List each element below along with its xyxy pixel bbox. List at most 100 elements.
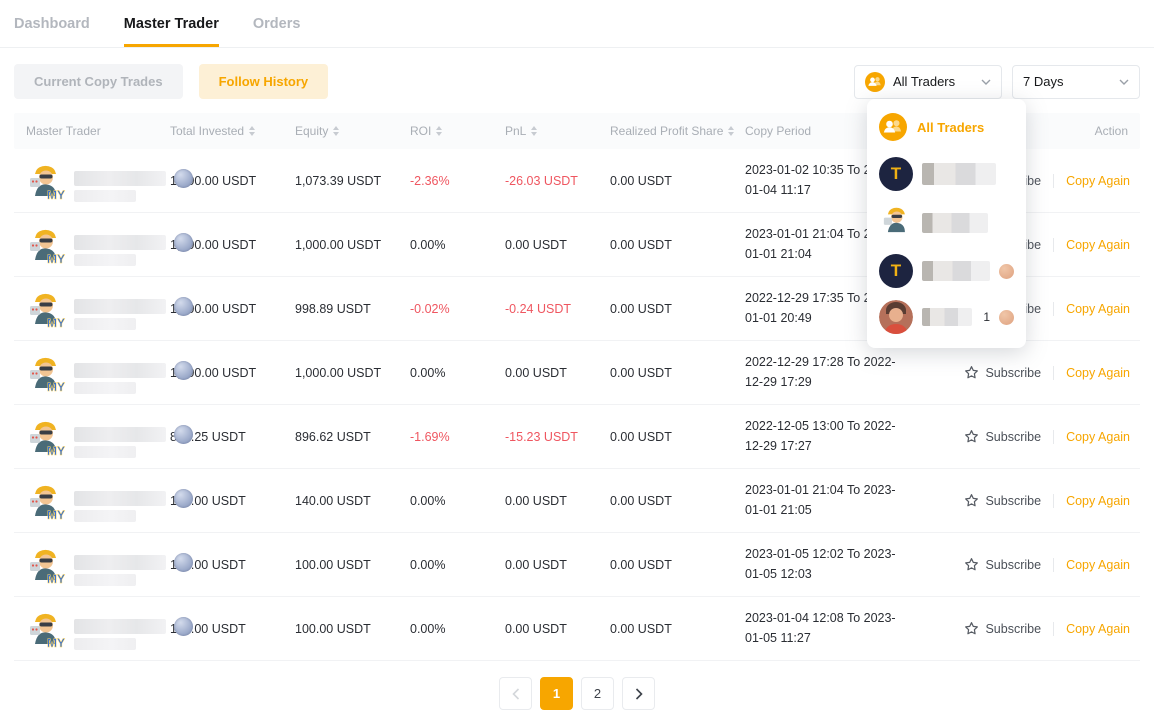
copy-again-button[interactable]: Copy Again — [1066, 558, 1130, 572]
realized-profit-share-value: 0.00 USDT — [604, 238, 739, 252]
period-filter-select[interactable]: 7 Days — [1012, 65, 1140, 99]
tab-orders[interactable]: Orders — [253, 16, 301, 47]
column-label: Master Trader — [26, 124, 101, 138]
sort-icon — [333, 126, 339, 136]
realized-profit-share-value: 0.00 USDT — [604, 622, 739, 636]
copy-again-button[interactable]: Copy Again — [1066, 622, 1130, 636]
master-trader-avatar: MY — [24, 608, 66, 650]
subscribe-button[interactable]: Subscribe — [964, 621, 1041, 636]
copy-again-button[interactable]: Copy Again — [1066, 494, 1130, 508]
column-header[interactable]: Equity — [289, 124, 404, 138]
copy-again-button[interactable]: Copy Again — [1066, 302, 1130, 316]
column-label: Equity — [295, 124, 328, 138]
copy-again-button[interactable]: Copy Again — [1066, 238, 1130, 252]
column-header[interactable]: ROI — [404, 124, 499, 138]
name-blur-subline — [74, 574, 136, 586]
name-blur-subline — [74, 638, 136, 650]
master-trader-cell[interactable]: MY — [14, 160, 164, 202]
action-cell: Subscribe Copy Again — [921, 557, 1140, 572]
trader-name-redacted — [74, 299, 166, 330]
roi-value: -2.36% — [404, 174, 499, 188]
master-trader-cell[interactable]: MY — [14, 544, 164, 586]
action-divider — [1053, 430, 1054, 444]
top-tab-bar: Dashboard Master Trader Orders — [0, 0, 1154, 48]
subscribe-button[interactable]: Subscribe — [964, 365, 1041, 380]
roi-value: -0.02% — [404, 302, 499, 316]
dropdown-item-all-traders[interactable]: All Traders — [867, 105, 1026, 151]
master-trader-cell[interactable]: MY — [14, 224, 164, 266]
trader-name-redacted — [922, 213, 988, 233]
column-header[interactable]: PnL — [499, 124, 604, 138]
tab-master-trader[interactable]: Master Trader — [124, 16, 219, 47]
subscribe-button[interactable]: Subscribe — [964, 493, 1041, 508]
copy-again-button[interactable]: Copy Again — [1066, 430, 1130, 444]
page-number-button[interactable]: 1 — [540, 677, 573, 710]
equity-value: 998.89 USDT — [289, 302, 404, 316]
prev-page-button[interactable] — [499, 677, 532, 710]
trader-filter-select[interactable]: All Traders — [854, 65, 1002, 99]
current-copy-trades-button[interactable]: Current Copy Trades — [14, 64, 183, 99]
master-trader-cell[interactable]: MY — [14, 608, 164, 650]
name-blur-subline — [74, 254, 136, 266]
equity-value: 896.62 USDT — [289, 430, 404, 444]
page-number-button[interactable]: 2 — [581, 677, 614, 710]
action-divider — [1053, 302, 1054, 316]
trader-name-redacted — [74, 619, 166, 650]
action-cell: Subscribe Copy Again — [921, 365, 1140, 380]
roi-value: 0.00% — [404, 238, 499, 252]
trader-logo-avatar: T — [879, 157, 913, 191]
master-trader-avatar: MY — [24, 416, 66, 458]
equity-value: 1,000.00 USDT — [289, 366, 404, 380]
trader-logo-avatar: T — [879, 254, 913, 288]
trader-badge-icon — [174, 553, 193, 572]
trader-name-redacted — [922, 163, 996, 185]
name-blur-subline — [74, 382, 136, 394]
name-blur-subline — [74, 446, 136, 458]
name-blur-subline — [74, 190, 136, 202]
action-divider — [1053, 558, 1054, 572]
master-trader-cell[interactable]: MY — [14, 352, 164, 394]
dropdown-items: T T 1 — [867, 151, 1026, 340]
subscribe-label: Subscribe — [985, 366, 1041, 380]
name-blur-line — [74, 171, 166, 186]
master-trader-avatar: MY — [24, 352, 66, 394]
sort-icon — [436, 126, 442, 136]
dropdown-trader-item[interactable]: T — [867, 151, 1026, 197]
avatar-my-badge: MY — [47, 380, 65, 394]
trader-name-redacted — [74, 555, 166, 586]
column-label: Realized Profit Share — [610, 124, 723, 138]
master-trader-cell[interactable]: MY — [14, 416, 164, 458]
master-trader-cell[interactable]: MY — [14, 288, 164, 330]
subscribe-button[interactable]: Subscribe — [964, 557, 1041, 572]
copy-period-value: 2022-12-05 13:00 To 2022-12-29 17:27 — [739, 417, 921, 456]
copy-again-button[interactable]: Copy Again — [1066, 174, 1130, 188]
trader-badge-icon — [174, 297, 193, 316]
dropdown-trader-item[interactable] — [867, 197, 1026, 248]
copy-again-button[interactable]: Copy Again — [1066, 366, 1130, 380]
column-label: Copy Period — [745, 124, 811, 138]
realized-profit-share-value: 0.00 USDT — [604, 430, 739, 444]
column-label: PnL — [505, 124, 526, 138]
name-blur-line — [74, 491, 166, 506]
master-trader-avatar: MY — [24, 160, 66, 202]
tab-dashboard[interactable]: Dashboard — [14, 16, 90, 47]
name-blur-line — [74, 363, 166, 378]
subscribe-button[interactable]: Subscribe — [964, 429, 1041, 444]
follow-history-button[interactable]: Follow History — [199, 64, 329, 99]
subscribe-label: Subscribe — [985, 430, 1041, 444]
action-cell: Subscribe Copy Again — [921, 493, 1140, 508]
master-trader-cell[interactable]: MY — [14, 480, 164, 522]
column-header[interactable]: Total Invested — [164, 124, 289, 138]
dropdown-trader-item[interactable]: T — [867, 248, 1026, 294]
master-trader-avatar: MY — [24, 288, 66, 330]
all-traders-icon — [879, 113, 907, 141]
filter-toolbar: Current Copy Trades Follow History All T… — [14, 64, 1140, 99]
dropdown-trader-item[interactable]: 1 — [867, 294, 1026, 340]
next-page-button[interactable] — [622, 677, 655, 710]
column-header[interactable]: Realized Profit Share — [604, 124, 739, 138]
sort-icon — [531, 126, 537, 136]
name-blur-line — [74, 299, 166, 314]
master-trader-avatar: MY — [24, 224, 66, 266]
pnl-value: 0.00 USDT — [499, 366, 604, 380]
equity-value: 1,073.39 USDT — [289, 174, 404, 188]
